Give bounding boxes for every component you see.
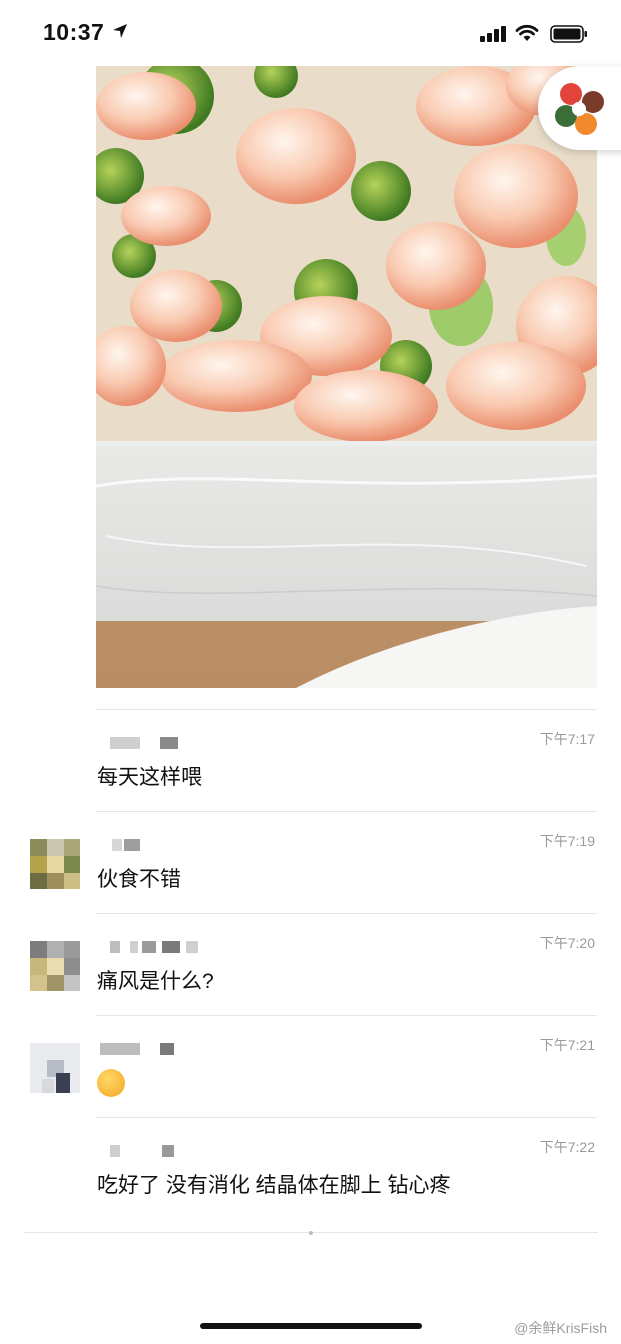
divider (96, 913, 597, 914)
mini-program-button[interactable] (538, 66, 621, 150)
signal-icon (480, 26, 506, 42)
comment-text: 吃好了 没有消化 结晶体在脚上 钻心疼 (97, 1174, 451, 1197)
comment-text: 痛风是什么? (97, 970, 214, 993)
watermark: @余鲜KrisFish (514, 1320, 607, 1336)
divider (96, 709, 597, 710)
comment-text: 伙食不错 (97, 868, 181, 891)
comment-text: 每天这样喂 (97, 766, 202, 789)
post-photo[interactable] (96, 66, 597, 688)
list-end-dot (309, 1231, 313, 1235)
wifi-icon (515, 24, 539, 41)
location-arrow-icon (113, 24, 127, 38)
comment-time: 下午7:21 (539, 1037, 595, 1053)
mini-program-icon (555, 83, 604, 135)
comment-item: 下午7:20 痛风是什么? (0, 913, 621, 1015)
comment-time: 下午7:19 (539, 833, 595, 849)
emoji-icon (97, 1069, 125, 1097)
comment-item: 下午7:17 每天这样喂 (0, 709, 621, 811)
avatar[interactable] (30, 839, 80, 889)
comment-item: 下午7:19 伙食不错 (0, 811, 621, 913)
divider (96, 1117, 597, 1118)
home-indicator[interactable] (200, 1323, 422, 1329)
comment-time: 下午7:17 (539, 731, 595, 747)
divider (96, 1015, 597, 1016)
avatar[interactable] (30, 941, 80, 991)
divider (96, 811, 597, 812)
comment-time: 下午7:20 (539, 935, 595, 951)
comment-item: 下午7:22 吃好了 没有消化 结晶体在脚上 钻心疼 (0, 1117, 621, 1219)
comment-time: 下午7:22 (539, 1139, 595, 1155)
status-time: 10:37 (43, 19, 105, 45)
battery-icon (550, 25, 587, 43)
status-bar: 10:37 (0, 0, 621, 64)
comment-item: 下午7:21 (0, 1015, 621, 1117)
avatar[interactable] (30, 1043, 80, 1093)
